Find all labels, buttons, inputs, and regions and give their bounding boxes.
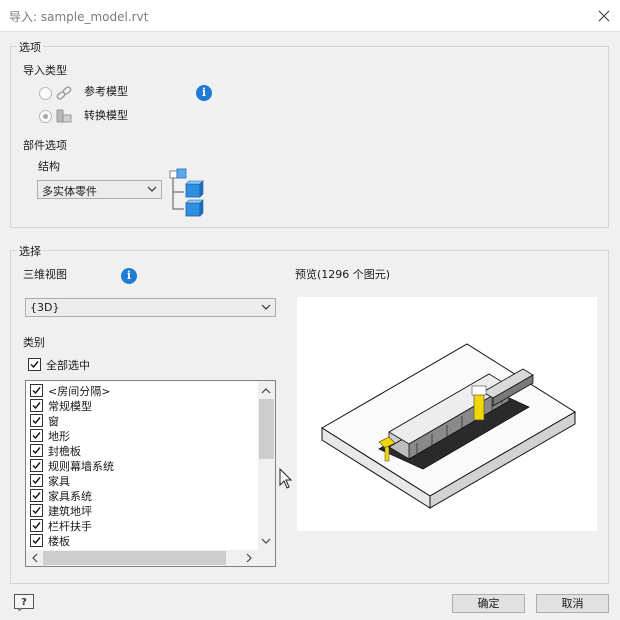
help-icon[interactable]: ? <box>14 594 34 612</box>
scroll-right-icon[interactable] <box>244 553 254 563</box>
category-label: 家具 <box>48 475 70 488</box>
category-checkbox[interactable] <box>30 489 43 502</box>
model-preview <box>297 297 597 531</box>
category-label: 家具系统 <box>48 490 92 503</box>
category-listbox[interactable]: <房间分隔> 常规模型窗地形封檐板规则幕墙系统 家具家具系统建筑地坪栏杆扶手楼板 <box>25 380 276 567</box>
list-item[interactable]: 窗 <box>30 413 250 428</box>
category-checkbox[interactable] <box>30 459 43 472</box>
mouse-cursor-icon <box>279 467 293 490</box>
view3d-dropdown[interactable]: {3D} <box>25 298 276 317</box>
category-label: 建筑地坪 <box>48 505 92 518</box>
reference-model-label: 参考模型 <box>84 85 128 98</box>
category-label: 楼板 <box>48 535 70 548</box>
select-all-label: 全部选中 <box>46 359 90 372</box>
category-checkbox[interactable] <box>30 399 43 412</box>
scroll-left-icon[interactable] <box>30 553 40 563</box>
category-checkbox[interactable] <box>30 534 43 547</box>
vertical-scroll-thumb[interactable] <box>259 399 274 459</box>
category-checkbox[interactable] <box>30 519 43 532</box>
multi-body-structure-icon <box>168 165 204 219</box>
category-checkbox[interactable] <box>30 504 43 517</box>
reference-model-radio[interactable] <box>39 87 52 100</box>
options-group <box>10 46 609 228</box>
chevron-down-icon <box>261 302 271 312</box>
info-icon[interactable]: i <box>121 268 137 284</box>
list-item[interactable]: 规则幕墙系统 <box>30 458 250 473</box>
vertical-scrollbar[interactable] <box>258 381 275 550</box>
list-item[interactable]: 建筑地坪 <box>30 503 250 518</box>
list-item[interactable]: 家具 <box>30 473 250 488</box>
category-checkbox[interactable] <box>30 384 43 397</box>
link-icon <box>56 85 72 101</box>
list-item[interactable]: 楼板 <box>30 533 250 548</box>
window-title: 导入: sample_model.rvt <box>9 10 149 24</box>
info-icon[interactable]: i <box>196 85 212 101</box>
horizontal-scroll-thumb[interactable] <box>43 551 226 565</box>
category-label: 封檐板 <box>48 445 81 458</box>
import-type-label: 导入类型 <box>23 64 67 77</box>
category-label: 窗 <box>48 415 59 428</box>
convert-model-radio[interactable] <box>39 110 52 123</box>
category-checkbox[interactable] <box>30 474 43 487</box>
category-label: 地形 <box>48 430 70 443</box>
category-checkbox[interactable] <box>30 444 43 457</box>
category-label: 常规模型 <box>48 400 92 413</box>
list-item[interactable]: 封檐板 <box>30 443 250 458</box>
chevron-down-icon <box>147 184 157 194</box>
scrollbar-corner <box>258 550 275 566</box>
scroll-up-icon[interactable] <box>261 386 271 396</box>
category-label: 栏杆扶手 <box>48 520 92 533</box>
ok-button[interactable]: 确定 <box>452 594 525 613</box>
svg-text:?: ? <box>21 597 27 608</box>
category-label: 规则幕墙系统 <box>48 460 114 473</box>
convert-model-label: 转换模型 <box>84 109 128 122</box>
list-item[interactable]: 常规模型 <box>30 398 250 413</box>
category-checkbox[interactable] <box>30 429 43 442</box>
scroll-down-icon[interactable] <box>261 536 271 546</box>
cancel-button[interactable]: 取消 <box>536 594 609 613</box>
list-item[interactable]: <房间分隔> <box>30 383 250 398</box>
select-all-checkbox[interactable] <box>28 358 41 371</box>
view3d-dropdown-value: {3D} <box>30 301 60 314</box>
category-label: 类别 <box>23 336 45 349</box>
close-icon[interactable] <box>593 5 615 27</box>
structure-dropdown[interactable]: 多实体零件 <box>37 180 162 199</box>
list-item[interactable]: 栏杆扶手 <box>30 518 250 533</box>
options-group-label: 选项 <box>17 39 43 55</box>
list-item[interactable]: 家具系统 <box>30 488 250 503</box>
preview-label: 预览(1296 个图元) <box>295 268 391 281</box>
list-item[interactable]: 地形 <box>30 428 250 443</box>
category-label: <房间分隔> <box>48 385 111 398</box>
convert-model-icon <box>56 108 72 124</box>
structure-label: 结构 <box>38 160 60 173</box>
horizontal-scrollbar[interactable] <box>26 550 258 566</box>
selection-group-label: 选择 <box>17 243 43 259</box>
structure-dropdown-value: 多实体零件 <box>42 185 97 198</box>
view3d-label: 三维视图 <box>23 268 67 281</box>
category-checkbox[interactable] <box>30 414 43 427</box>
component-options-label: 部件选项 <box>23 139 67 152</box>
